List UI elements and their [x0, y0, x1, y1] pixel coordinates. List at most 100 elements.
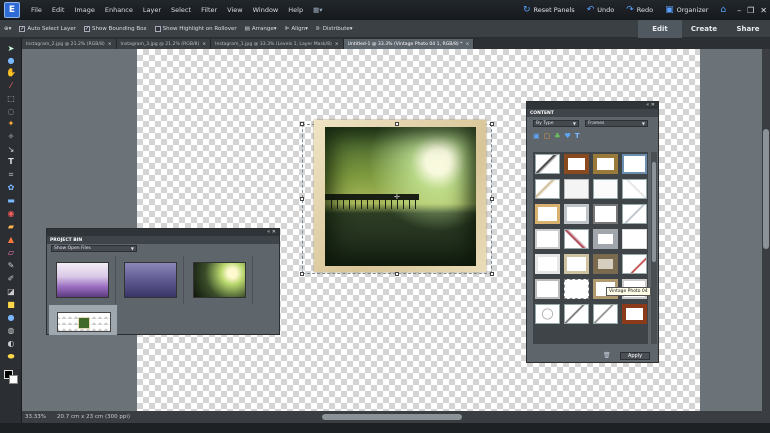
zoom-tool-icon[interactable]: ●	[5, 55, 17, 66]
content-scrollbar[interactable]	[651, 152, 657, 344]
undo-button[interactable]: ↶ Undo	[587, 5, 615, 15]
menu-view[interactable]: View	[222, 6, 247, 14]
distribute-dropdown[interactable]: ⊪ Distribute ▾	[316, 26, 353, 32]
frame-thumbnail[interactable]	[593, 204, 618, 224]
frame-thumbnail[interactable]	[564, 204, 589, 224]
close-tab-icon[interactable]: ×	[202, 42, 206, 47]
gradient-icon[interactable]: ■	[5, 299, 17, 310]
frame-thumbnail[interactable]	[593, 304, 618, 324]
paint-bucket-icon[interactable]: ◪	[5, 286, 17, 297]
frame-thumbnail[interactable]	[564, 279, 589, 299]
cookie-cutter-icon[interactable]: ✿	[5, 182, 17, 193]
workspace-icon[interactable]: ▦▾	[308, 6, 327, 14]
text-effects-icon[interactable]: T	[575, 132, 580, 140]
panel-grip[interactable]: « ✕	[527, 102, 658, 109]
hand-tool-icon[interactable]: ✋	[5, 67, 17, 78]
menu-select[interactable]: Select	[166, 6, 196, 14]
vintage-photo-frame[interactable]	[314, 120, 486, 272]
eraser-icon[interactable]: ▱	[5, 247, 17, 258]
close-tab-icon[interactable]: ×	[465, 42, 469, 47]
frame-thumbnail[interactable]	[622, 304, 647, 324]
frame-thumbnail-hovered[interactable]	[593, 254, 618, 274]
move-tool-icon[interactable]: ➤	[5, 43, 17, 54]
background-color-swatch[interactable]	[9, 375, 18, 384]
close-icon[interactable]: ✕	[760, 6, 767, 15]
apply-button[interactable]: Apply	[620, 352, 650, 360]
shapes-icon[interactable]: ♥	[565, 132, 571, 140]
sponge-tool-icon[interactable]: ◐	[5, 338, 17, 349]
restore-icon[interactable]: ❐	[747, 6, 754, 15]
transform-handle[interactable]	[395, 272, 399, 276]
move-tool-options-icon[interactable]: ⊕▾	[4, 26, 11, 32]
transform-handle[interactable]	[300, 197, 304, 201]
frame-thumbnail[interactable]	[593, 154, 618, 174]
straighten-tool-icon[interactable]: ▬	[5, 195, 17, 206]
arrange-dropdown[interactable]: ▤ Arrange ▾	[245, 26, 277, 32]
show-bounding-box-checkbox[interactable]: ✓ Show Bounding Box	[83, 25, 147, 32]
transform-handle[interactable]	[490, 122, 494, 126]
vertical-scrollbar[interactable]	[762, 49, 770, 411]
minimize-icon[interactable]: –	[737, 6, 741, 15]
panel-controls-icon[interactable]: « ✕	[646, 102, 655, 108]
bin-thumbnail-selected[interactable]	[49, 305, 117, 335]
frame-thumbnail[interactable]	[535, 204, 560, 224]
trash-icon[interactable]: 🗑	[603, 352, 611, 359]
transform-handle[interactable]	[300, 272, 304, 276]
zoom-level[interactable]: 33.33%	[25, 414, 46, 420]
pen-tool-icon[interactable]: ↘	[5, 144, 17, 155]
eyedropper-icon[interactable]: ⁄	[5, 80, 17, 91]
transform-handle[interactable]	[490, 272, 494, 276]
frame-thumbnail[interactable]	[564, 304, 589, 324]
doc-tab-active[interactable]: Untitled-1 @ 33.3% (Vintage Photo 04 1, …	[343, 39, 475, 49]
crop-tool-icon[interactable]: ⌗	[5, 169, 17, 180]
reset-panels-button[interactable]: ↻ Reset Panels	[523, 5, 575, 15]
marquee-tool-icon[interactable]: ⬚	[5, 93, 17, 104]
menu-window[interactable]: Window	[248, 6, 284, 14]
close-tab-icon[interactable]: ×	[335, 42, 339, 47]
frame-thumbnail[interactable]	[535, 304, 560, 324]
pencil-tool-icon[interactable]: ⬬	[5, 351, 17, 362]
align-dropdown[interactable]: ⊫ Align ▾	[285, 26, 308, 32]
frame-thumbnail[interactable]	[535, 254, 560, 274]
redo-button[interactable]: ↷ Redo	[626, 5, 653, 15]
tab-create[interactable]: Create	[682, 20, 726, 38]
bin-thumbnail[interactable]	[117, 256, 184, 304]
backgrounds-icon[interactable]: ▣	[533, 132, 540, 140]
transform-handle[interactable]	[490, 197, 494, 201]
frame-thumbnail[interactable]	[622, 154, 647, 174]
category-dropdown[interactable]: Frames ▼	[585, 120, 648, 127]
red-eye-icon[interactable]: ◉	[5, 208, 17, 219]
project-bin-filter-dropdown[interactable]: Show Open Files ▼	[51, 245, 137, 252]
magic-wand-icon[interactable]: ✧	[5, 131, 17, 142]
transform-handle[interactable]	[300, 122, 304, 126]
transform-handle[interactable]	[395, 122, 399, 126]
organizer-button[interactable]: ▣ Organizer	[665, 5, 708, 15]
menu-help[interactable]: Help	[283, 6, 308, 14]
frame-thumbnail[interactable]	[593, 229, 618, 249]
home-button[interactable]: ⌂	[720, 5, 729, 15]
frames-icon[interactable]: ▢	[544, 132, 551, 140]
clone-stamp-icon[interactable]: ▲	[5, 234, 17, 245]
shape-tool-icon[interactable]: ●	[5, 312, 17, 323]
menu-file[interactable]: File	[26, 6, 47, 14]
doc-tab[interactable]: Instagram_3.jpg @ 21.2% (RGB/8) ×	[116, 39, 212, 49]
sort-by-dropdown[interactable]: By Type ▼	[533, 120, 579, 127]
menu-filter[interactable]: Filter	[196, 6, 222, 14]
frame-thumbnail[interactable]	[622, 179, 647, 199]
frame-thumbnail[interactable]	[564, 154, 589, 174]
frame-thumbnail[interactable]	[535, 279, 560, 299]
auto-select-layer-checkbox[interactable]: ✓ Auto Select Layer	[19, 25, 76, 32]
frame-thumbnail[interactable]	[622, 254, 647, 274]
healing-brush-icon[interactable]: ▰	[5, 221, 17, 232]
bin-thumbnail[interactable]	[186, 256, 253, 304]
smart-brush-icon[interactable]: ✐	[5, 273, 17, 284]
tab-edit[interactable]: Edit	[638, 20, 682, 38]
scroll-thumb[interactable]	[763, 129, 769, 249]
frame-thumbnail[interactable]	[622, 204, 647, 224]
panel-controls-icon[interactable]: « ✕	[267, 229, 276, 235]
menu-edit[interactable]: Edit	[47, 6, 70, 14]
frame-thumbnail[interactable]	[535, 154, 560, 174]
doc-tab[interactable]: Instagram_1.jpg @ 33.3% (Levels 1, Layer…	[211, 39, 344, 49]
frame-thumbnail[interactable]	[564, 179, 589, 199]
horizontal-scroll-thumb[interactable]	[322, 414, 462, 420]
